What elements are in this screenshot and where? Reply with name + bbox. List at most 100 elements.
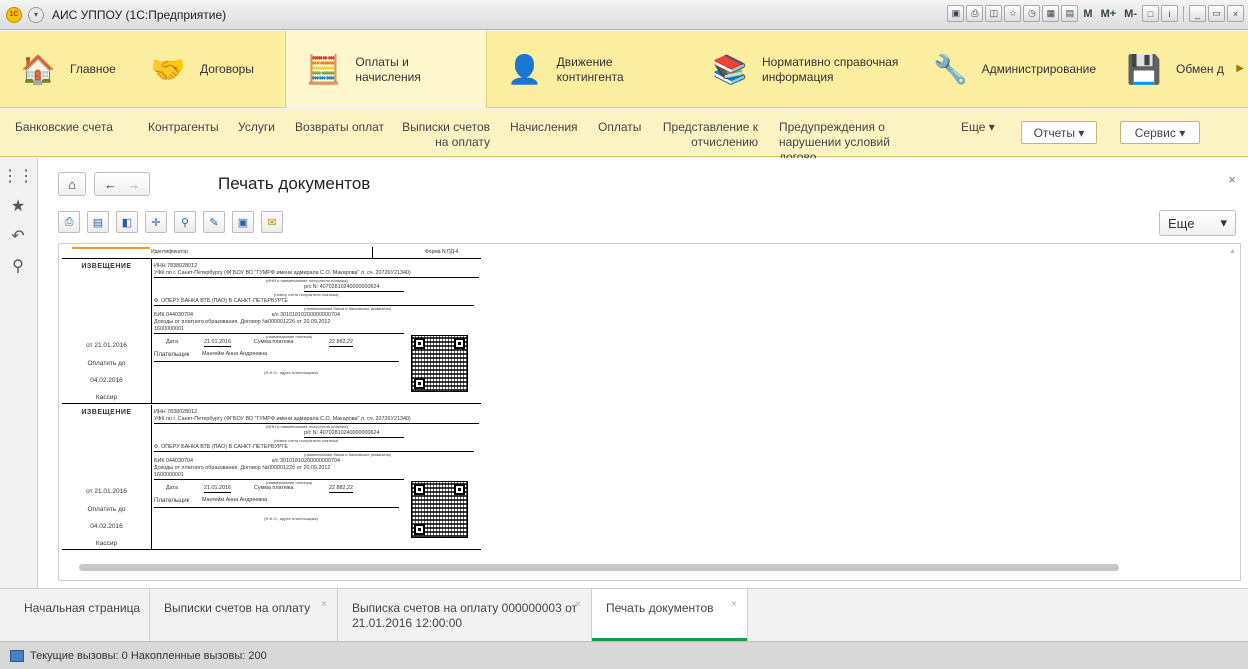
form-number: Форма N ПД-4 bbox=[425, 249, 459, 255]
favorites-star-icon[interactable]: ★ bbox=[8, 196, 28, 216]
date-from: от 21.01.2016 bbox=[86, 342, 127, 349]
status-bar: Текущие вызовы: 0 Накопленные вызовы: 20… bbox=[0, 641, 1248, 669]
payer-label: Плательщик bbox=[154, 497, 190, 504]
payment-purpose: Доходы от платного образования. Договор … bbox=[154, 319, 331, 325]
notice-label: ИЗВЕЩЕНИЕ bbox=[81, 263, 132, 270]
cmd-accruals[interactable]: Начисления bbox=[510, 120, 578, 135]
tab-invoice-statement-document[interactable]: Выписка счетов на оплату 000000003 от 21… bbox=[338, 589, 592, 641]
minimize-icon[interactable]: _ bbox=[1189, 5, 1206, 22]
preview-icon[interactable]: ◧ bbox=[116, 211, 138, 233]
cmd-services[interactable]: Услуги bbox=[238, 120, 275, 135]
window-layout-icon[interactable]: □ bbox=[1142, 5, 1159, 22]
close-tab-icon[interactable]: × bbox=[731, 597, 737, 612]
section-contracts[interactable]: 🤝 Договоры bbox=[130, 31, 285, 108]
close-tab-icon[interactable]: × bbox=[321, 597, 327, 612]
service-button[interactable]: Сервис ▾ bbox=[1120, 121, 1200, 144]
titlebar-tools: ▣ ⎙ ◫ ☆ ◷ ▦ ▤ M M+ M- □ i _ ▭ × bbox=[947, 5, 1244, 22]
scrollbar-thumb[interactable] bbox=[79, 564, 1119, 571]
print-icon[interactable]: ⎙ bbox=[966, 5, 984, 22]
bank-caption: (наименование банка и банковские реквизи… bbox=[304, 306, 392, 311]
cmd-bank-accounts[interactable]: Банковские счета bbox=[15, 120, 113, 135]
close-window-icon[interactable]: × bbox=[1227, 5, 1244, 22]
exchange-icon: 💾 bbox=[1126, 54, 1162, 85]
close-form-icon[interactable]: × bbox=[1228, 172, 1236, 187]
print-setup-icon[interactable]: ▤ bbox=[87, 211, 109, 233]
calculator-icon[interactable]: ▦ bbox=[1042, 5, 1060, 22]
account-caption: (номер счета получателя платежа) bbox=[274, 438, 339, 443]
tools-icon: 🔧 bbox=[933, 54, 969, 85]
section-label: Договоры bbox=[200, 62, 254, 76]
close-tab-icon[interactable]: × bbox=[575, 597, 581, 612]
section-reference[interactable]: 📚 Нормативно справочная информация bbox=[692, 31, 914, 108]
preview-icon[interactable]: ◫ bbox=[985, 5, 1003, 22]
section-payments[interactable]: 🧮 Оплаты и начисления bbox=[285, 31, 487, 108]
pay-by-date: 04.02.2016 bbox=[90, 523, 123, 530]
section-contingent[interactable]: 👤 Движение контингента bbox=[487, 31, 692, 108]
email-icon[interactable]: ✉ bbox=[261, 211, 283, 233]
inn: ИНН 7838028012 bbox=[154, 409, 198, 415]
bik: БИК 044030704 bbox=[154, 458, 194, 464]
section-exchange[interactable]: 💾 Обмен д bbox=[1106, 31, 1246, 108]
payer-line bbox=[154, 361, 399, 362]
tab-label: Печать документов bbox=[606, 601, 714, 615]
history-icon[interactable]: ↶ bbox=[8, 226, 28, 246]
save-icon[interactable]: ▣ bbox=[232, 211, 254, 233]
cmd-refunds[interactable]: Возвраты оплат bbox=[295, 120, 384, 135]
tab-label: Начальная страница bbox=[24, 601, 141, 615]
home-button[interactable]: ⌂ bbox=[58, 172, 86, 196]
commands-panel: Банковские счета Контрагенты Услуги Возв… bbox=[0, 109, 1248, 164]
receipt-left-column: ИЗВЕЩЕНИЕ от 21.01.2016 Оплатить до 04.0… bbox=[62, 259, 151, 404]
selection-marker bbox=[72, 247, 150, 249]
section-label: Администрирование bbox=[981, 62, 1096, 76]
identifier-label: Идентификатор bbox=[151, 249, 188, 255]
payer-name: Мангейм Анна Андреевна bbox=[202, 497, 268, 503]
tab-home-page[interactable]: Начальная страница bbox=[10, 589, 150, 641]
apps-grid-icon[interactable]: ⋮⋮ bbox=[2, 166, 34, 186]
forward-arrow-icon[interactable]: → bbox=[127, 177, 140, 192]
favorites-icon[interactable]: ☆ bbox=[1004, 5, 1022, 22]
tab-invoice-statements[interactable]: Выписки счетов на оплату × bbox=[150, 589, 338, 641]
scroll-up-icon[interactable]: ▲ bbox=[1229, 248, 1236, 255]
save-icon[interactable]: ▣ bbox=[947, 5, 965, 22]
memory-plus-button[interactable]: M+ bbox=[1098, 8, 1120, 20]
cmd-counterparties[interactable]: Контрагенты bbox=[148, 120, 219, 135]
pay-by-date: 04.02.2016 bbox=[90, 377, 123, 384]
receipt-block: ИЗВЕЩЕНИЕ от 21.01.2016 Оплатить до 04.0… bbox=[62, 259, 481, 404]
section-label: Движение контингента bbox=[556, 54, 624, 84]
cmd-more[interactable]: Еще ▾ bbox=[961, 120, 995, 135]
calendar-icon[interactable]: ▤ bbox=[1061, 5, 1079, 22]
spreadsheet-document[interactable]: ▲ Идентификатор Форма N ПД-4 ИЗВЕЩЕНИЕ о… bbox=[58, 243, 1241, 581]
search-icon[interactable]: ⚲ bbox=[8, 256, 28, 276]
sum-label: Сумма платежа bbox=[254, 339, 294, 345]
section-main[interactable]: 🏠 Главное bbox=[0, 31, 130, 108]
sections-scroll-right-icon[interactable]: ▶ bbox=[1236, 63, 1244, 74]
info-icon[interactable]: i bbox=[1161, 5, 1178, 22]
restore-icon[interactable]: ▭ bbox=[1208, 5, 1225, 22]
reports-button[interactable]: Отчеты ▾ bbox=[1021, 121, 1097, 144]
horizontal-scrollbar[interactable] bbox=[73, 564, 1213, 572]
edit-icon[interactable]: ✎ bbox=[203, 211, 225, 233]
handshake-icon: 🤝 bbox=[150, 54, 186, 85]
receipt-details: ИНН 7838028012 УФК по г. Санкт-Петербург… bbox=[154, 407, 479, 547]
history-icon[interactable]: ◷ bbox=[1023, 5, 1041, 22]
left-toolbar: ⋮⋮ ★ ↶ ⚲ bbox=[0, 158, 36, 586]
divider bbox=[372, 247, 373, 259]
print-documents-form: ⌂ ← → Печать документов × ⎙ ▤ ◧ ✛ ⚲ ✎ ▣ … bbox=[37, 158, 1248, 588]
memory-m-button[interactable]: M bbox=[1080, 8, 1095, 20]
more-button[interactable]: Еще ▾ bbox=[1159, 210, 1236, 236]
memory-minus-button[interactable]: M- bbox=[1121, 8, 1140, 20]
cmd-invoice-statements[interactable]: Выписки счетов на оплату bbox=[398, 120, 490, 150]
payment-purpose: Доходы от платного образования. Договор … bbox=[154, 465, 331, 471]
print-icon[interactable]: ⎙ bbox=[58, 211, 80, 233]
tab-print-documents[interactable]: Печать документов × bbox=[592, 589, 748, 641]
move-icon[interactable]: ✛ bbox=[145, 211, 167, 233]
date-from: от 21.01.2016 bbox=[86, 488, 127, 495]
cashier-label: Кассир bbox=[95, 540, 118, 547]
cmd-payments[interactable]: Оплаты bbox=[598, 120, 641, 135]
main-menu-icon[interactable]: ▾ bbox=[28, 6, 44, 23]
back-arrow-icon[interactable]: ← bbox=[104, 177, 117, 192]
zoom-icon[interactable]: ⚲ bbox=[174, 211, 196, 233]
section-admin[interactable]: 🔧 Администрирование bbox=[914, 31, 1106, 108]
1c-logo-icon[interactable]: 1С bbox=[6, 6, 22, 23]
cmd-expulsion[interactable]: Представление к отчислению bbox=[660, 120, 758, 150]
